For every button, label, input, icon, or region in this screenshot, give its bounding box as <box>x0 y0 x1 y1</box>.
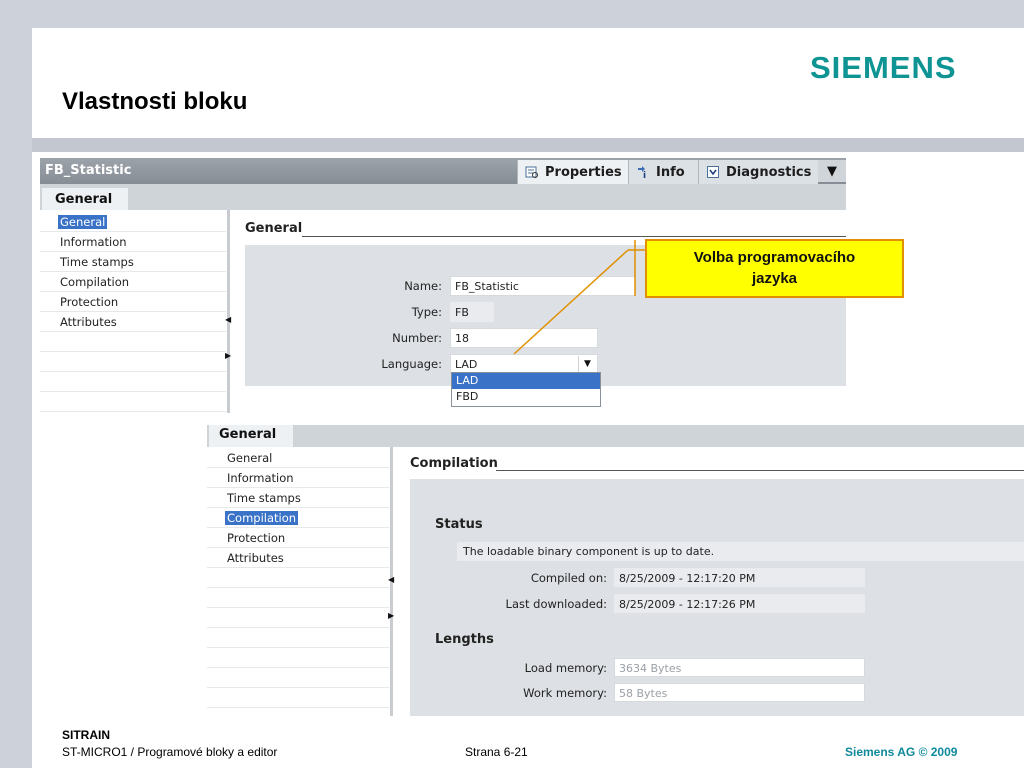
footer-brand: SITRAIN <box>62 728 110 742</box>
nav-empty-row <box>207 568 389 588</box>
nav-item-time-stamps[interactable]: Time stamps <box>207 488 389 508</box>
compiled-on-label: Compiled on: <box>530 571 607 585</box>
nav-empty-row <box>207 668 389 688</box>
callout-language-choice: Volba programovacího jazyka <box>645 239 904 298</box>
footer-page-number: Strana 6-21 <box>465 745 528 759</box>
status-heading: Status <box>435 517 483 532</box>
nav-item-label: Attributes <box>227 551 284 565</box>
footer-copyright: Siemens AG © 2009 <box>845 745 958 759</box>
nav-empty-row <box>207 608 389 628</box>
section-divider <box>496 470 1024 471</box>
tab-strip <box>207 425 1024 447</box>
footer-course: ST-MICRO1 / Programové bloky a editor <box>62 745 278 759</box>
lengths-heading: Lengths <box>435 632 494 647</box>
compiled-on-value: 8/25/2009 - 12:17:20 PM <box>614 568 865 587</box>
last-downloaded-value: 8/25/2009 - 12:17:26 PM <box>614 594 865 613</box>
last-downloaded-label: Last downloaded: <box>505 597 607 611</box>
tab-general[interactable]: General <box>209 425 293 447</box>
nav-item-attributes[interactable]: Attributes <box>207 548 389 568</box>
status-message: The loadable binary component is up to d… <box>457 542 1024 561</box>
nav-item-general[interactable]: General <box>207 448 389 468</box>
section-title-compilation: Compilation <box>410 456 498 471</box>
nav-empty-row <box>207 648 389 668</box>
nav-item-information[interactable]: Information <box>207 468 389 488</box>
expand-right-icon[interactable]: ▶ <box>388 611 394 620</box>
property-nav: General Information Time stamps Compilat… <box>207 447 389 716</box>
nav-item-protection[interactable]: Protection <box>207 528 389 548</box>
callout-line: Volba programovacího <box>693 249 856 266</box>
nav-empty-row <box>207 588 389 608</box>
work-memory-value: 58 Bytes <box>614 683 865 702</box>
nav-empty-row <box>207 688 389 708</box>
nav-item-label: General <box>227 451 273 465</box>
properties-panel-compilation: General General Information Time stamps … <box>207 425 1024 716</box>
callout-line: jazyka <box>751 270 798 287</box>
load-memory-value: 3634 Bytes <box>614 658 865 677</box>
load-memory-label: Load memory: <box>524 661 607 675</box>
nav-empty-row <box>207 628 389 648</box>
collapse-left-icon[interactable]: ◀ <box>388 575 394 584</box>
nav-item-label: Compilation <box>225 511 299 525</box>
nav-item-label: Time stamps <box>227 491 301 505</box>
work-memory-label: Work memory: <box>523 686 607 700</box>
nav-item-compilation[interactable]: Compilation <box>207 508 389 528</box>
nav-item-label: Protection <box>227 531 286 545</box>
connector-line <box>513 249 629 355</box>
nav-item-label: Information <box>227 471 294 485</box>
